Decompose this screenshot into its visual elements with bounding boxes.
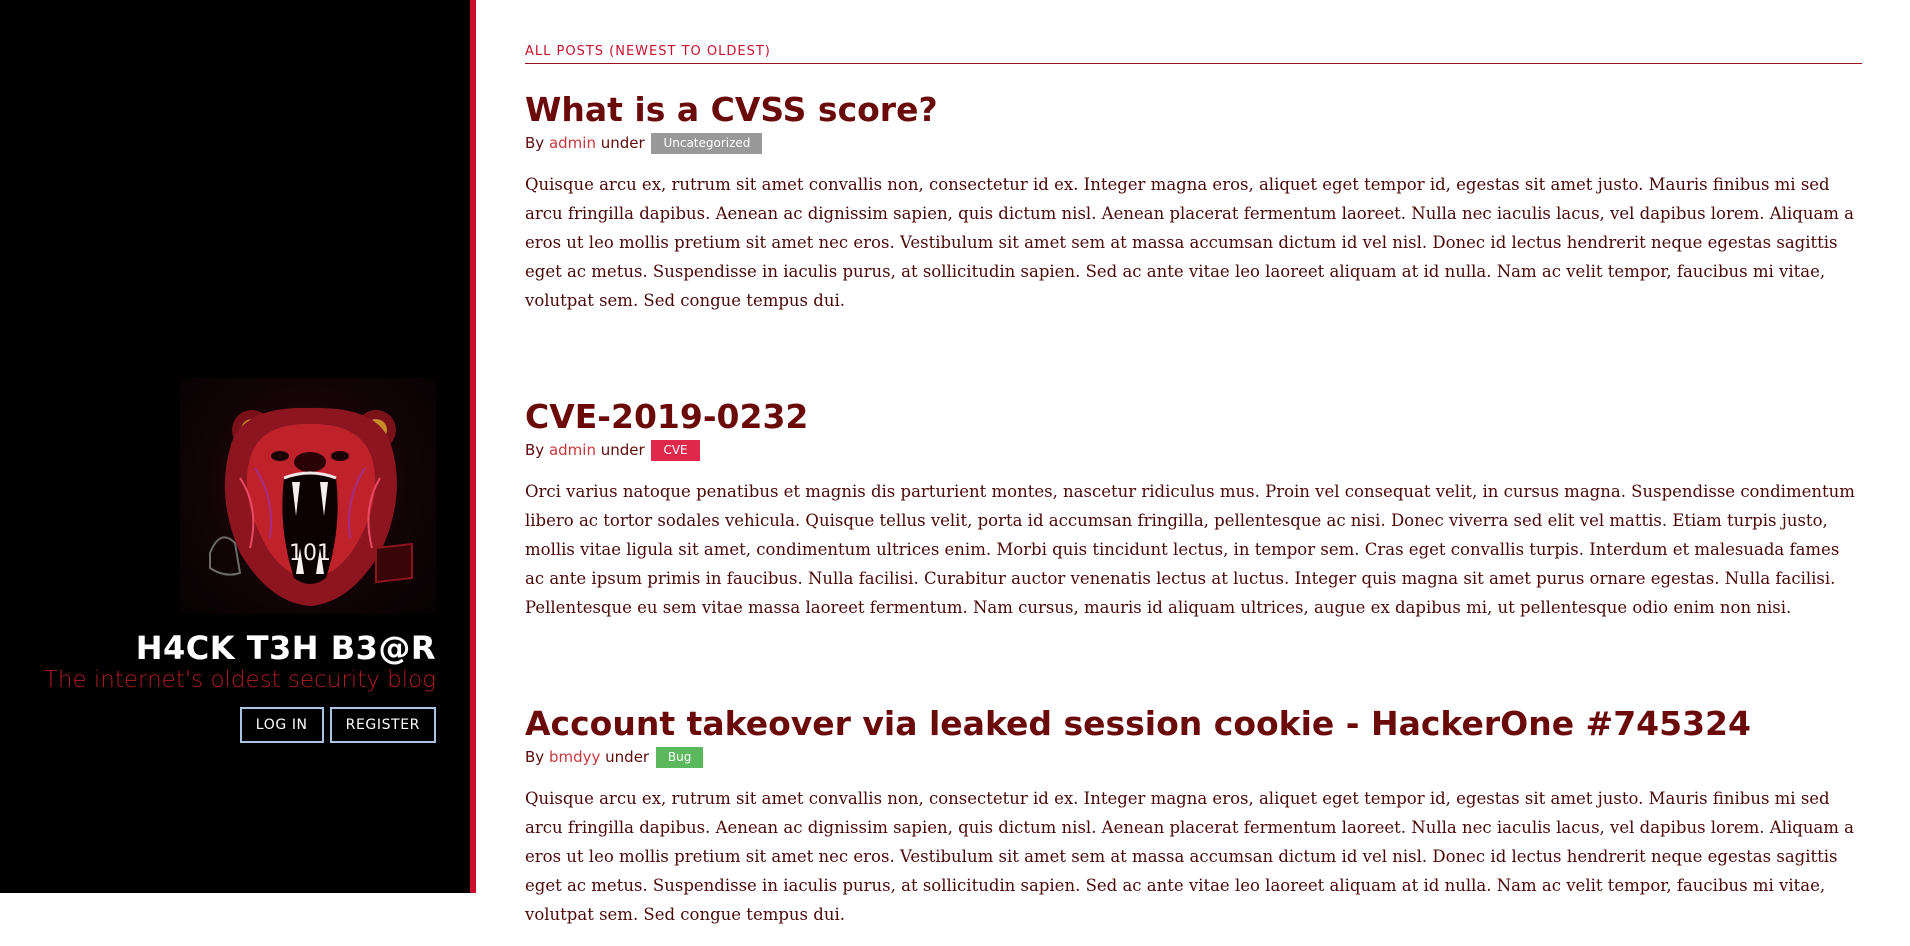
post-title[interactable]: What is a CVSS score?: [525, 90, 1862, 130]
register-button[interactable]: REGISTER: [329, 707, 436, 743]
post-item: What is a CVSS score? By admin under Unc…: [525, 90, 1862, 315]
post-item: CVE-2019-0232 By admin under CVE Orci va…: [525, 397, 1862, 622]
sidebar: 101 H4CK T3H B3@R The internet's oldest …: [0, 0, 476, 893]
post-under-label: under: [605, 748, 650, 766]
login-button[interactable]: LOG IN: [239, 707, 324, 743]
category-badge[interactable]: CVE: [651, 440, 700, 461]
post-body: Quisque arcu ex, rutrum sit amet convall…: [525, 175, 1855, 310]
post-under-label: under: [600, 441, 645, 459]
category-badge[interactable]: Bug: [655, 747, 704, 768]
auth-buttons: LOG IN REGISTER: [16, 707, 436, 743]
post-item: Account takeover via leaked session cook…: [525, 704, 1862, 929]
post-under-label: under: [600, 134, 645, 152]
sidebar-branding: 101 H4CK T3H B3@R The internet's oldest …: [16, 378, 436, 743]
post-author-link[interactable]: bmdyy: [549, 748, 600, 766]
post-title[interactable]: CVE-2019-0232: [525, 397, 1862, 437]
site-title: H4CK T3H B3@R: [135, 629, 436, 667]
post-by-label: By: [525, 748, 545, 766]
post-meta: By admin under CVE: [525, 440, 1862, 461]
post-author-link[interactable]: admin: [549, 134, 596, 152]
post-by-label: By: [525, 134, 545, 152]
post-by-label: By: [525, 441, 545, 459]
main-content: ALL POSTS (NEWEST TO OLDEST) What is a C…: [525, 0, 1862, 946]
red-bear-logo-icon: 101: [180, 378, 436, 614]
logo-text: 101: [289, 541, 331, 566]
category-badge[interactable]: Uncategorized: [651, 133, 763, 154]
section-header: ALL POSTS (NEWEST TO OLDEST): [525, 44, 1862, 64]
post-author-link[interactable]: admin: [549, 441, 596, 459]
post-body: Quisque arcu ex, rutrum sit amet convall…: [525, 789, 1855, 924]
post-meta: By bmdyy under Bug: [525, 747, 1862, 768]
post-body: Orci varius natoque penatibus et magnis …: [525, 482, 1855, 617]
post-meta: By admin under Uncategorized: [525, 133, 1862, 154]
post-title[interactable]: Account takeover via leaked session cook…: [525, 704, 1862, 744]
site-tagline: The internet's oldest security blog: [43, 667, 436, 693]
